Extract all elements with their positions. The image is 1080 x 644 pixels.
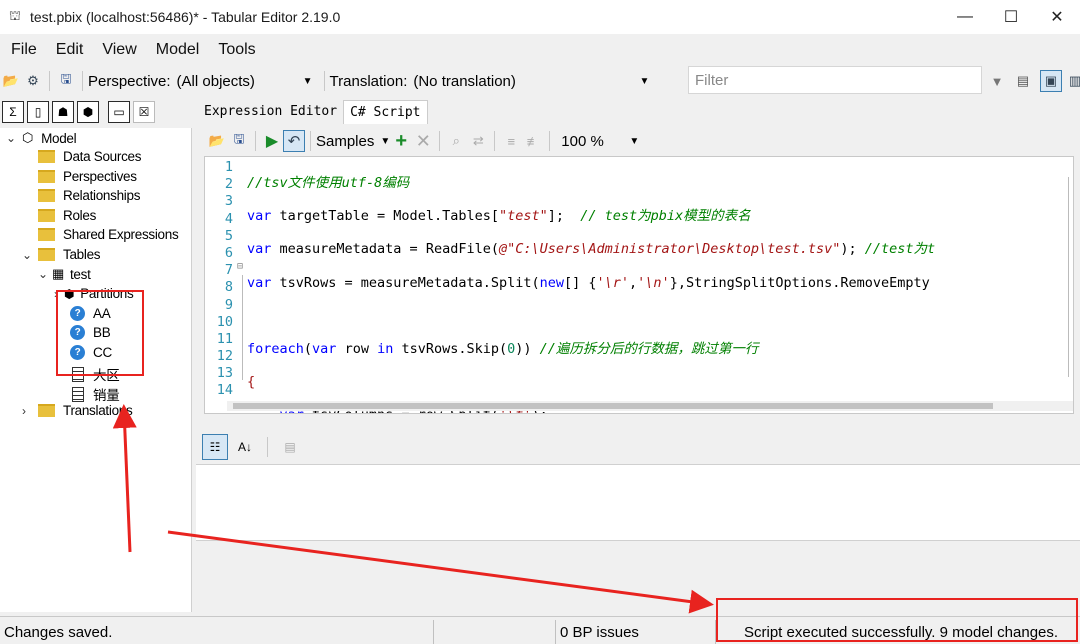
annotation-arrows	[112, 404, 714, 614]
arrow-to-status	[167, 530, 714, 614]
arrow-to-measures	[112, 404, 137, 553]
